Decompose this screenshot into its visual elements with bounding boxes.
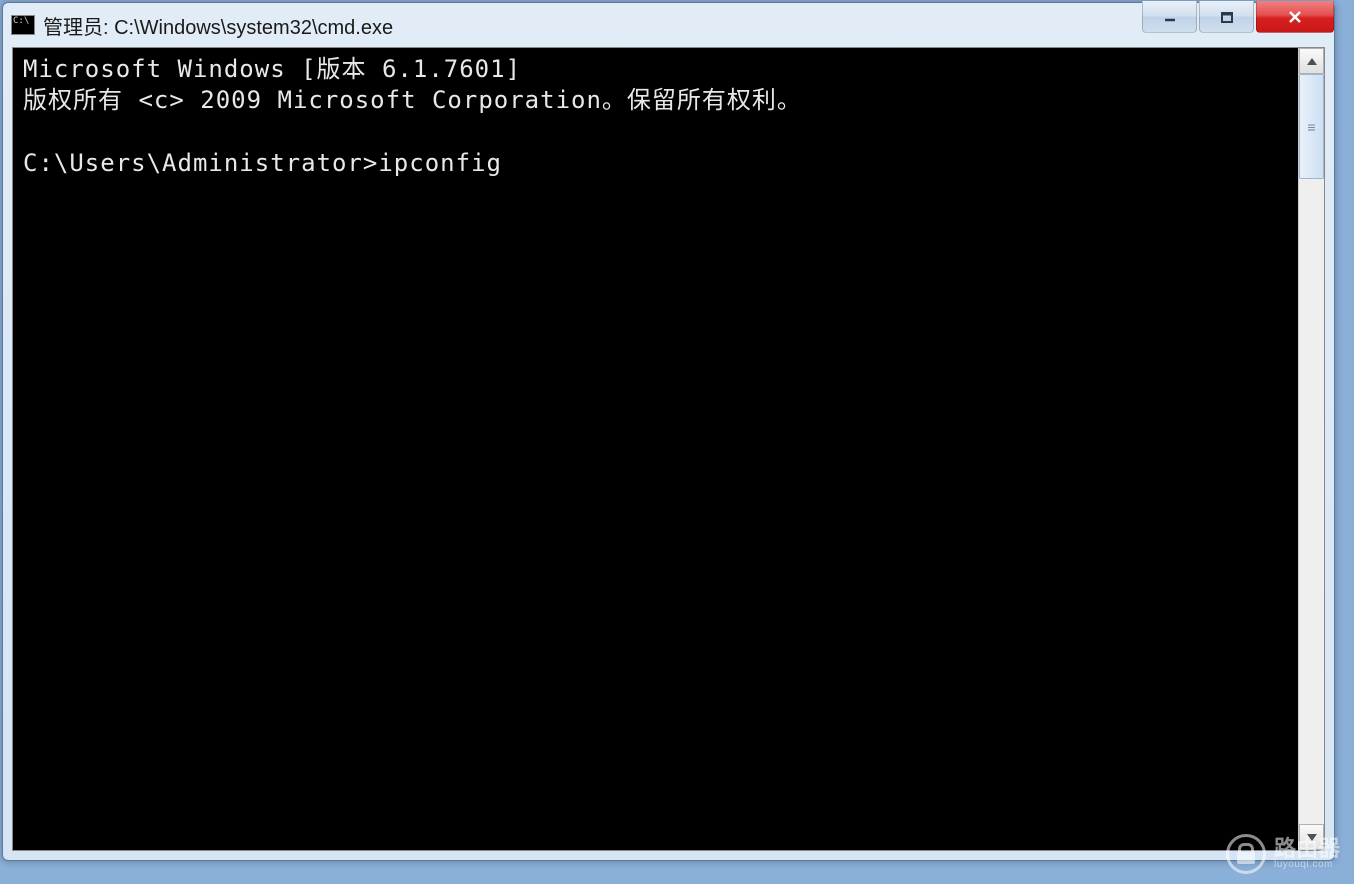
titlebar[interactable]: 管理员: C:\Windows\system32\cmd.exe <box>3 3 1334 47</box>
console-line: 版权所有 <c> 2009 Microsoft Corporation。保留所有… <box>23 86 802 114</box>
console-prompt: C:\Users\Administrator> <box>23 149 378 177</box>
console-output[interactable]: Microsoft Windows [版本 6.1.7601] 版权所有 <c>… <box>13 48 1298 850</box>
close-button[interactable] <box>1256 1 1334 33</box>
watermark-sub: luyouqi.com <box>1274 860 1340 871</box>
window-controls <box>1142 1 1334 33</box>
console-command: ipconfig <box>378 149 502 177</box>
console-line: Microsoft Windows [版本 6.1.7601] <box>23 55 521 83</box>
maximize-icon <box>1219 9 1235 25</box>
scroll-up-button[interactable] <box>1299 48 1324 74</box>
watermark-text: 路由器 luyouqi.com <box>1274 837 1340 871</box>
chevron-up-icon <box>1307 58 1317 65</box>
scrollbar-thumb[interactable] <box>1299 74 1324 179</box>
cmd-window: 管理员: C:\Windows\system32\cmd.exe Microso… <box>2 2 1335 861</box>
minimize-icon <box>1162 9 1178 25</box>
watermark: 路由器 luyouqi.com <box>1226 834 1340 874</box>
window-title: 管理员: C:\Windows\system32\cmd.exe <box>43 11 1332 40</box>
minimize-button[interactable] <box>1142 1 1197 33</box>
router-lock-icon <box>1226 834 1266 874</box>
scrollbar-track[interactable] <box>1299 74 1324 824</box>
cmd-icon <box>11 15 35 35</box>
close-icon <box>1286 8 1304 26</box>
vertical-scrollbar[interactable] <box>1298 48 1324 850</box>
maximize-button[interactable] <box>1199 1 1254 33</box>
client-area: Microsoft Windows [版本 6.1.7601] 版权所有 <c>… <box>12 47 1325 851</box>
watermark-main: 路由器 <box>1274 837 1340 860</box>
